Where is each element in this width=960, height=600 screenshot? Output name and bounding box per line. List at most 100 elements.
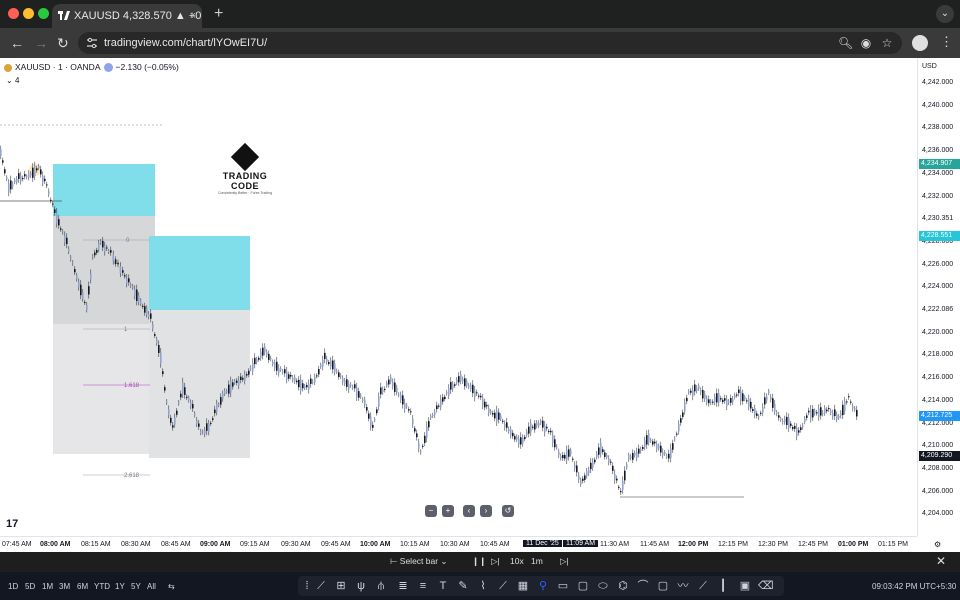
timeframe-5y[interactable]: 5Y [131,582,141,591]
zoom-icon[interactable]: 🔍︎ [838,36,853,50]
timeframe-ytd[interactable]: YTD [94,582,110,591]
timeframe-6m[interactable]: 6M [77,582,88,591]
bar-pattern-icon[interactable]: ┃ [716,579,730,593]
candle-body [4,169,6,174]
pattern-tool-icon[interactable]: ⌬ [616,579,630,593]
reset-chart-button[interactable]: ↺ [502,505,514,517]
measure-tool-icon[interactable]: ⟋ [696,579,710,593]
candle-body [234,381,236,383]
candle-body [570,450,572,455]
window-maximize-button[interactable] [38,8,49,19]
timeframe-all[interactable]: All [147,582,156,591]
omnibox[interactable]: tradingview.com/chart/lYOwEI7U/ 🔍︎ ◉ ☆ [78,32,902,54]
jump-to-realtime-icon[interactable]: ▷| [560,556,569,567]
tab-close-icon[interactable]: × [190,4,196,28]
scroll-right-button[interactable]: › [480,505,492,517]
candle-body [442,397,444,402]
callout-icon[interactable]: ▭ [556,579,570,593]
price-axis[interactable]: USD 4,242.000 4,240.000 4,238.000 4,236.000… [917,58,960,536]
grid-tool-icon[interactable]: ⊞ [334,579,348,593]
candle-body [816,412,818,414]
wave-tool-icon[interactable]: 〰 [676,579,690,593]
time-axis[interactable]: 07:45 AM 08:00 AM 08:15 AM 08:30 AM 08:45 AM… [0,536,941,553]
chart-canvas[interactable]: 0 1 1.618 2.618 [0,58,917,536]
chart-pane[interactable]: 0 1 1.618 2.618 XAUUSD · 1 · OANDA −2.130… [0,58,960,552]
fib-retracement-icon[interactable]: ≣ [396,579,410,593]
candle-body [844,401,846,411]
indicators-toggle[interactable]: ⌄ 4 [6,76,19,85]
zoom-in-button[interactable]: + [442,505,454,517]
comment-icon[interactable]: ▢ [576,579,590,593]
select-bar-control[interactable]: ⊢ Select bar ⌄ [390,556,448,567]
browser-menu-icon[interactable]: ⋮ [940,34,953,50]
forward-arrow-icon[interactable]: → [34,34,48,52]
time-label: 11:30 AM [600,541,630,548]
brush-tool-icon[interactable]: ⌇ [476,579,490,593]
candle-body [800,427,802,430]
bookmark-star-icon[interactable]: ☆ [880,36,894,50]
zoom-out-button[interactable]: − [425,505,437,517]
utc-clock[interactable]: 09:03:42 PM UTC+5:30 [872,582,956,591]
image-tool-icon[interactable]: ▣ [738,579,752,593]
timeframe-1y[interactable]: 1Y [115,582,125,591]
long-position-icon[interactable]: ⚲ [536,579,550,593]
candle-body [466,381,468,386]
candle-body [446,392,448,394]
site-settings-icon[interactable] [86,37,98,49]
fib-channel-icon[interactable]: ≡ [416,579,430,593]
candle-body [342,378,344,383]
candle-body [218,404,220,406]
candle-body [644,440,646,448]
candle-body [346,379,348,387]
candle-body [288,374,290,379]
currency-label[interactable]: USD [922,63,937,70]
window-close-button[interactable] [8,8,19,19]
timeframe-1m[interactable]: 1M [42,582,53,591]
ray-tool-icon[interactable]: ⟋ [496,579,510,593]
trend-line-icon[interactable]: ⟋ [314,579,328,593]
url-text[interactable]: tradingview.com/chart/lYOwEI7U/ [104,32,267,54]
back-arrow-icon[interactable]: ← [10,34,24,52]
candle-body [618,486,620,488]
rectangle-tool-icon[interactable]: ▢ [656,579,670,593]
symbol-label[interactable]: XAUUSD · 1 · OANDA [15,62,101,72]
time-label: 09:45 AM [321,541,351,548]
drag-handle-icon[interactable]: ⁞ [300,579,314,593]
replay-interval[interactable]: 1m [531,556,543,566]
candle-body [20,175,22,182]
timeframe-3m[interactable]: 3M [59,582,70,591]
pitchfork-icon[interactable]: ψ [354,579,368,593]
new-tab-button[interactable]: + [214,4,223,24]
close-replay-icon[interactable]: ✕ [936,554,946,568]
tab-search-chevron-icon[interactable]: ⌄ [936,5,954,23]
step-forward-icon[interactable]: ▷| [491,556,500,567]
candle-body [658,445,660,449]
candle-body [6,177,8,180]
gann-box-icon[interactable]: ▦ [516,579,530,593]
replay-speed[interactable]: 10x [510,556,524,566]
text-tool-icon[interactable]: T [436,579,450,593]
ellipse-tool-icon[interactable]: ⬭ [596,579,610,593]
tradingview-logo[interactable]: 17 [6,518,18,530]
chart-legend[interactable]: XAUUSD · 1 · OANDA −2.130 (−0.05%) [4,62,179,73]
date-range-icon[interactable]: ⇆ [168,582,175,591]
candle-body [514,436,516,440]
timeframe-1d[interactable]: 1D [8,582,18,591]
timeframe-5d[interactable]: 5D [25,582,35,591]
browser-tab[interactable]: XAUUSD 4,328.570 ▲ +0.55 × [52,4,202,28]
scroll-left-button[interactable]: ‹ [463,505,475,517]
eye-icon[interactable]: ◉ [859,36,873,50]
time-label: 08:00 AM [40,541,71,548]
window-minimize-button[interactable] [23,8,34,19]
candle-body [144,306,146,313]
arc-tool-icon[interactable]: ⌒ [636,579,650,593]
candle-body [262,347,264,356]
eraser-icon[interactable]: ⌫ [758,579,774,593]
reload-icon[interactable]: ↻ [57,34,69,52]
pause-icon[interactable]: ❙❙ [472,556,486,567]
axis-settings-icon[interactable]: ⚙ [934,540,941,549]
pen-tool-icon[interactable]: ✎ [456,579,470,593]
fork-tool-icon[interactable]: ⫛ [374,579,388,593]
profile-avatar[interactable] [912,35,928,51]
time-label: 01:15 PM [878,541,908,548]
